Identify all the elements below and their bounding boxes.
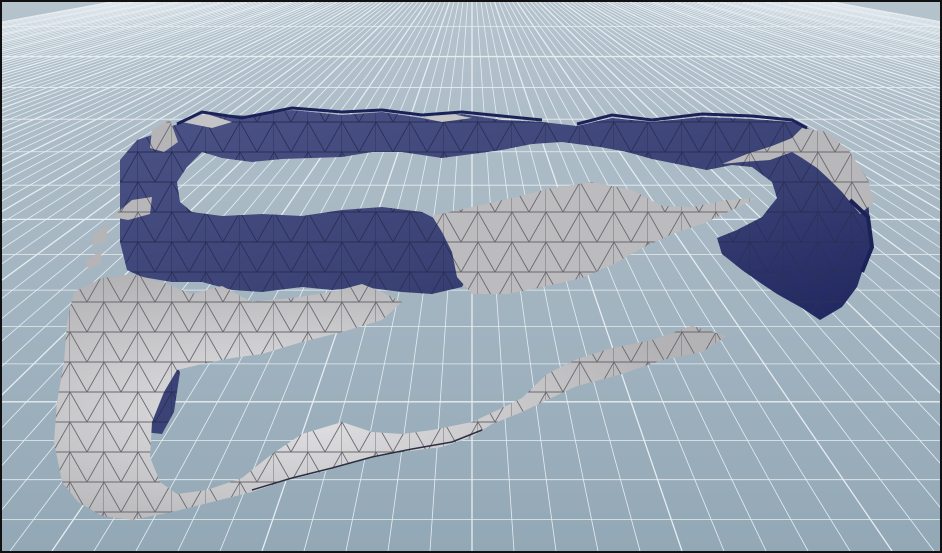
3d-viewport[interactable]: [0, 0, 942, 553]
viewport-canvas[interactable]: [2, 2, 940, 551]
